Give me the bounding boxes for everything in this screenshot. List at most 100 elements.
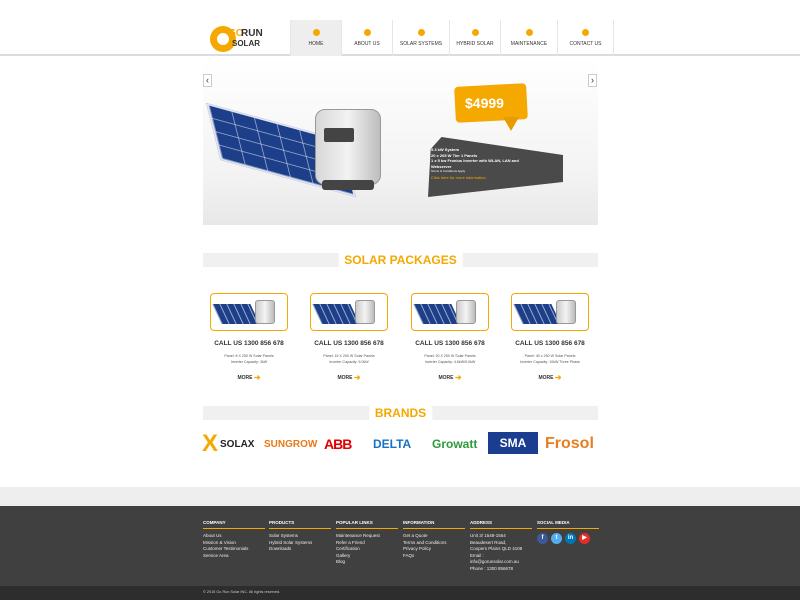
- nav-about-us[interactable]: ABOUT US: [341, 20, 392, 56]
- inverter-spec: Inverter Capacity: 4.6kW/5.0kW: [424, 360, 476, 364]
- abb-logo[interactable]: ABB: [324, 428, 360, 460]
- delta-logo[interactable]: DELTA: [373, 428, 427, 460]
- package-card: CALL US 1300 856 678 Panel: 16 X 250 W S…: [310, 293, 388, 383]
- nav-solar-systems[interactable]: SOLAR SYSTEMS: [392, 20, 449, 56]
- gorun-solar-logo[interactable]: GO RUN SOLAR: [210, 24, 270, 54]
- footer-link[interactable]: Downloads: [269, 546, 331, 553]
- nav-label: ABOUT US: [354, 41, 380, 47]
- growatt-logo[interactable]: Growatt: [432, 428, 482, 460]
- price-bubble-tail: [503, 117, 519, 131]
- offer-details: 5.3 kW System 20 x 265 W Tier 1 Panels 1…: [431, 147, 551, 180]
- mini-solar-panel: [413, 304, 461, 324]
- more-button[interactable]: MORE ➜: [310, 373, 388, 382]
- footer-products: PRODUCTS Solar Systems Hybrid Solar Syst…: [269, 520, 331, 553]
- nav-label: HOME: [308, 41, 324, 47]
- footer-popular-links: POPULAR LINKS Maintenance Request Refer …: [336, 520, 398, 566]
- solax-logo[interactable]: X SOLAX: [202, 428, 258, 460]
- footer-heading: ADDRESS: [470, 520, 532, 529]
- facebook-icon[interactable]: f: [537, 533, 548, 544]
- footer-heading: POPULAR LINKS: [336, 520, 398, 529]
- package-card: CALL US 1300 856 678 Panel: 40 x 250 W S…: [511, 293, 589, 383]
- footer-heading: PRODUCTS: [269, 520, 331, 529]
- package-image[interactable]: [411, 293, 489, 331]
- call-us-text: CALL US 1300 856 678: [415, 340, 485, 347]
- call-us-text: CALL US 1300 856 678: [214, 340, 284, 347]
- offer-price: $4999: [465, 95, 504, 111]
- wrench-icon: [525, 29, 533, 36]
- frosol-logo[interactable]: Frosol: [545, 428, 600, 460]
- arrow-right-icon: ➜: [353, 373, 361, 382]
- brands-title: BRANDS: [368, 406, 433, 420]
- mini-inverter: [255, 300, 275, 324]
- more-label: MORE: [538, 374, 554, 381]
- package-description: Panel: 40 x 250 W Solar Panels Inverter C…: [511, 353, 589, 365]
- nav-maintenance[interactable]: MAINTENANCE: [500, 20, 557, 56]
- package-description: Panel: 20 X 250 W Solar Panels Inverter C…: [411, 353, 489, 365]
- nav-home[interactable]: HOME: [290, 20, 341, 56]
- arrow-right-icon: ➜: [554, 373, 562, 382]
- nav-contact-us[interactable]: CONTACT US: [557, 20, 614, 56]
- twitter-icon[interactable]: t: [551, 533, 562, 544]
- logo-run-text: RUN: [241, 28, 263, 39]
- package-image[interactable]: [210, 293, 288, 331]
- packages-section-header: SOLAR PACKAGES: [203, 253, 598, 267]
- footer-link[interactable]: FAQs: [403, 553, 465, 560]
- footer-heading: SOCIAL MEDIA: [537, 520, 599, 529]
- packages-title: SOLAR PACKAGES: [338, 253, 463, 267]
- package-image[interactable]: [511, 293, 589, 331]
- copyright-bar: © 2015 Go Run Solar INC. All rights rese…: [0, 586, 800, 600]
- footer-company: COMPANY About Us Mission & Vision Custom…: [203, 520, 265, 559]
- phone-line: Phone : 1300 856678: [470, 565, 514, 571]
- package-card: CALL US 1300 856 678 Panel: 20 X 250 W S…: [411, 293, 489, 383]
- inverter-spec: Inverter Capacity: 5.0kW: [329, 360, 369, 364]
- sma-logo[interactable]: SMA: [488, 432, 538, 454]
- more-label: MORE: [337, 374, 353, 381]
- package-description: Panel: 8 X 250 W Solar Panels Inverter Ca…: [210, 353, 288, 365]
- call-us-text: CALL US 1300 856 678: [314, 340, 384, 347]
- brands-section-header: BRANDS: [203, 406, 598, 420]
- more-info-link[interactable]: Click here for more information: [431, 175, 551, 181]
- package-description: Panel: 16 X 250 W Solar Panels Inverter C…: [310, 353, 388, 365]
- more-label: MORE: [237, 374, 253, 381]
- nav-hybrid-solar[interactable]: HYBRID SOLAR: [449, 20, 500, 56]
- more-button[interactable]: MORE ➜: [511, 373, 589, 382]
- main-nav: HOME ABOUT US SOLAR SYSTEMS HYBRID SOLAR…: [290, 20, 614, 56]
- site-footer: COMPANY About Us Mission & Vision Custom…: [0, 506, 800, 586]
- mini-solar-panel: [513, 304, 561, 324]
- footer-link[interactable]: Service Area: [203, 553, 265, 560]
- nav-label: CONTACT US: [569, 41, 602, 47]
- frosol-text: Frosol: [545, 435, 594, 452]
- hero-slider: $4999 5.3 kW System 20 x 265 W Tier 1 Pa…: [203, 57, 598, 225]
- footer-heading: COMPANY: [203, 520, 265, 529]
- user-icon: [363, 29, 371, 36]
- call-us-text: CALL US 1300 856 678: [515, 340, 585, 347]
- sungrow-logo[interactable]: SUNGROW: [264, 428, 317, 460]
- arrow-right-icon: ➜: [253, 373, 261, 382]
- more-label: MORE: [438, 374, 454, 381]
- solax-text: SOLAX: [220, 438, 255, 450]
- mini-inverter: [355, 300, 375, 324]
- nav-label: HYBRID SOLAR: [456, 41, 494, 47]
- arrow-right-icon: ➜: [454, 373, 462, 382]
- sun-icon: [417, 29, 425, 36]
- nav-label: SOLAR SYSTEMS: [399, 41, 443, 47]
- home-icon: [312, 29, 320, 36]
- slider-next-button[interactable]: ›: [588, 74, 597, 87]
- social-icons: f t in ▶: [537, 533, 599, 544]
- package-image[interactable]: [310, 293, 388, 331]
- footer-heading: INFORMATION: [403, 520, 465, 529]
- site-header: GO RUN SOLAR HOME ABOUT US SOLAR SYSTEMS…: [0, 0, 800, 56]
- more-button[interactable]: MORE ➜: [210, 373, 288, 382]
- solax-x-mark: X: [202, 430, 219, 457]
- inverter-spec: Inverter Capacity: 10kW Three Phase: [520, 360, 580, 364]
- battery-icon: [471, 29, 479, 36]
- more-button[interactable]: MORE ➜: [411, 373, 489, 382]
- footer-link[interactable]: Blog: [336, 559, 398, 566]
- footer-information: INFORMATION Get a Quote Terms and Condit…: [403, 520, 465, 559]
- youtube-icon[interactable]: ▶: [579, 533, 590, 544]
- slider-prev-button[interactable]: ‹: [203, 74, 212, 87]
- brands-row: X SOLAX SUNGROW ABB DELTA Growatt SMA Fr…: [200, 428, 600, 460]
- linkedin-icon[interactable]: in: [565, 533, 576, 544]
- mini-solar-panel: [212, 304, 260, 324]
- nav-label: MAINTENANCE: [510, 41, 548, 47]
